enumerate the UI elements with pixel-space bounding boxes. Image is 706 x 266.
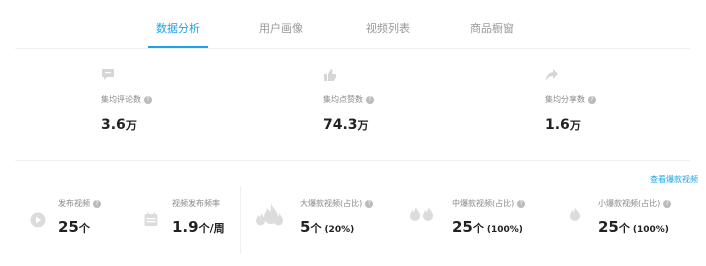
- stat-published-videos: 发布视频? 25个: [30, 198, 130, 244]
- metric-label: 集均分享数?: [545, 94, 596, 105]
- metric-value: 74.3万: [323, 117, 369, 133]
- fire-small-icon: [570, 207, 580, 221]
- help-icon[interactable]: ?: [663, 199, 672, 208]
- share-icon: [546, 69, 558, 81]
- metric-value: 1.6万: [545, 117, 581, 133]
- stat-medium-hot-videos: 中爆款视频(占比)? 25个 (100%): [410, 198, 550, 244]
- stat-publish-frequency: 视频发布频率 1.9个/周: [144, 198, 240, 244]
- help-icon[interactable]: ?: [93, 199, 101, 208]
- stats-vertical-divider: [240, 186, 241, 254]
- help-icon[interactable]: ?: [588, 95, 596, 104]
- stat-label: 发布视频?: [58, 198, 101, 209]
- help-icon[interactable]: ?: [517, 199, 526, 208]
- thumbs-up-icon: [324, 69, 336, 81]
- calendar-icon: [144, 212, 158, 226]
- tab-bar: 数据分析 用户画像 视频列表 商品橱窗: [0, 0, 706, 50]
- stat-label: 中爆款视频(占比)?: [452, 198, 526, 209]
- help-icon[interactable]: ?: [365, 199, 374, 208]
- stat-label: 大爆款视频(占比)?: [300, 198, 374, 209]
- stat-value: 25个: [58, 218, 90, 236]
- stat-small-hot-videos: 小爆款视频(占比)? 25个 (100%): [568, 198, 698, 244]
- fire-medium-icon: [410, 207, 433, 221]
- stat-value: 1.9个/周: [172, 218, 225, 236]
- tabs-divider: [15, 48, 690, 49]
- stat-value: 25个 (100%): [598, 218, 669, 236]
- view-hot-videos-link[interactable]: 查看爆款视频: [650, 174, 698, 185]
- stat-label: 视频发布频率: [172, 199, 220, 208]
- comment-icon: [102, 69, 114, 80]
- metric-label: 集均评论数?: [101, 94, 152, 105]
- stat-value: 25个 (100%): [452, 218, 523, 236]
- section-divider: [15, 160, 690, 161]
- metric-label: 集均点赞数?: [323, 94, 374, 105]
- stat-label: 小爆款视频(占比)?: [598, 198, 672, 209]
- stat-value: 5个 (20%): [300, 218, 355, 236]
- stat-big-hot-videos: 大爆款视频(占比)? 5个 (20%): [256, 198, 386, 244]
- help-icon[interactable]: ?: [366, 95, 374, 104]
- tab-user-profile[interactable]: 用户画像: [259, 20, 303, 36]
- tab-video-list[interactable]: 视频列表: [366, 20, 410, 36]
- help-icon[interactable]: ?: [144, 95, 152, 104]
- tab-product-window[interactable]: 商品橱窗: [470, 20, 514, 36]
- fire-large-icon: [256, 203, 283, 226]
- play-icon: [30, 212, 46, 228]
- tab-data-analysis[interactable]: 数据分析: [156, 20, 200, 36]
- metric-value: 3.6万: [101, 117, 137, 133]
